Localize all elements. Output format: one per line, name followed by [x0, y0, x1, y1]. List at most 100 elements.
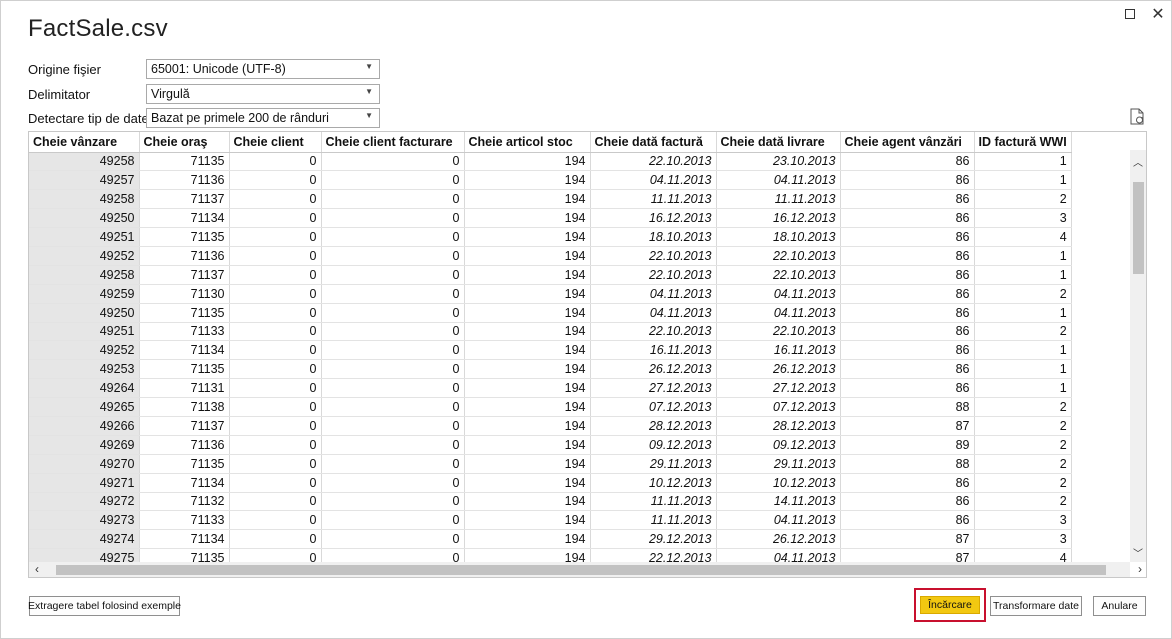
- table-cell: 2: [974, 454, 1072, 474]
- table-cell: 71134: [139, 208, 230, 229]
- table-cell: 0: [321, 340, 465, 361]
- horizontal-scrollbar[interactable]: ‹ ›: [29, 562, 1142, 577]
- table-cell: 14.11.2013: [716, 492, 841, 512]
- chevron-down-icon: ▼: [365, 111, 373, 120]
- refresh-preview-icon[interactable]: [1130, 108, 1145, 125]
- table-cell: 0: [321, 529, 465, 550]
- table-cell: 1: [974, 246, 1072, 266]
- table-cell: 16.12.2013: [590, 208, 717, 229]
- table-cell: 0: [321, 227, 465, 247]
- table-cell: 0: [321, 265, 465, 285]
- scroll-right-icon[interactable]: ›: [1138, 562, 1142, 576]
- column-header[interactable]: Cheie agent vânzări: [840, 132, 975, 153]
- table-cell: 71134: [139, 340, 230, 361]
- table-cell: 86: [840, 170, 975, 191]
- table-cell: 49274: [29, 529, 140, 550]
- column-header[interactable]: Cheie articol stoc: [464, 132, 591, 153]
- table-cell: 2: [974, 473, 1072, 493]
- table-cell: 23.10.2013: [716, 152, 841, 172]
- vertical-scroll-thumb[interactable]: [1133, 182, 1144, 274]
- table-cell: 49272: [29, 492, 140, 512]
- vertical-scrollbar[interactable]: ︿ ﹀: [1130, 150, 1146, 562]
- file-origin-select[interactable]: 65001: Unicode (UTF-8) ▼: [146, 59, 380, 79]
- table-cell: 0: [321, 152, 465, 172]
- table-cell: 11.11.2013: [590, 492, 717, 512]
- table-cell: 71134: [139, 473, 230, 493]
- table-cell: 86: [840, 189, 975, 210]
- table-cell: 22.10.2013: [590, 152, 717, 172]
- table-row: 49250 71135 0 0 194 04.11.2013 04.11.2013 86 1: [29, 303, 1072, 323]
- scroll-left-icon[interactable]: ‹: [35, 562, 39, 576]
- table-cell: 0: [229, 208, 322, 229]
- table-cell: 0: [229, 359, 322, 380]
- close-button[interactable]: ✕: [1147, 3, 1169, 25]
- table-cell: 194: [464, 510, 591, 531]
- table-cell: 71135: [139, 454, 230, 474]
- column-header[interactable]: ID factură WWI: [974, 132, 1072, 153]
- table-cell: 89: [840, 435, 975, 455]
- table-cell: 2: [974, 284, 1072, 304]
- table-cell: 04.11.2013: [590, 303, 717, 323]
- column-header[interactable]: Cheie dată livrare: [716, 132, 841, 153]
- table-cell: 10.12.2013: [716, 473, 841, 493]
- table-cell: 29.11.2013: [716, 454, 841, 474]
- extract-table-button[interactable]: Extragere tabel folosind exemple: [28, 596, 181, 616]
- table-cell: 49251: [29, 227, 140, 247]
- maximize-button[interactable]: [1119, 3, 1141, 25]
- scroll-down-icon[interactable]: ﹀: [1133, 545, 1143, 560]
- table-cell: 71135: [139, 152, 230, 172]
- table-cell: 1: [974, 170, 1072, 191]
- load-button-highlight: Încărcare: [914, 588, 986, 622]
- table-cell: 04.11.2013: [716, 510, 841, 531]
- table-cell: 3: [974, 510, 1072, 531]
- table-row: 49270 71135 0 0 194 29.11.2013 29.11.2013 88 2: [29, 454, 1072, 474]
- table-cell: 49250: [29, 303, 140, 323]
- column-header[interactable]: Cheie dată factură: [590, 132, 717, 153]
- table-cell: 0: [321, 189, 465, 210]
- scroll-up-icon[interactable]: ︿: [1133, 154, 1143, 169]
- table-row: 49266 71137 0 0 194 28.12.2013 28.12.2013 87 2: [29, 416, 1072, 436]
- table-cell: 0: [321, 435, 465, 455]
- table-cell: 27.12.2013: [716, 378, 841, 399]
- table-row: 49269 71136 0 0 194 09.12.2013 09.12.2013 89 2: [29, 435, 1072, 455]
- table-cell: 194: [464, 378, 591, 399]
- table-cell: 49258: [29, 265, 140, 285]
- table-cell: 0: [229, 510, 322, 531]
- table-cell: 71136: [139, 435, 230, 455]
- table-row: 49264 71131 0 0 194 27.12.2013 27.12.2013 86 1: [29, 378, 1072, 399]
- table-cell: 0: [229, 189, 322, 210]
- table-cell: 0: [229, 227, 322, 247]
- cancel-button[interactable]: Anulare: [1093, 596, 1146, 616]
- table-cell: 07.12.2013: [716, 397, 841, 417]
- table-cell: 194: [464, 284, 591, 304]
- import-dialog: FactSale.csv ✕ Origine fişier 65001: Uni…: [0, 0, 1172, 639]
- transform-data-button[interactable]: Transformare date: [990, 596, 1082, 616]
- table-row: 49258 71135 0 0 194 22.10.2013 23.10.2013 86 1: [29, 152, 1072, 172]
- table-cell: 71133: [139, 510, 230, 531]
- dialog-title: FactSale.csv: [28, 15, 168, 42]
- chevron-down-icon: ▼: [365, 62, 373, 71]
- column-header[interactable]: Cheie client facturare: [321, 132, 465, 153]
- table-cell: 194: [464, 397, 591, 417]
- table-cell: 26.12.2013: [716, 359, 841, 380]
- table-cell: 0: [229, 378, 322, 399]
- table-cell: 71134: [139, 529, 230, 550]
- table-cell: 0: [229, 340, 322, 361]
- table-cell: 04.11.2013: [716, 303, 841, 323]
- table-cell: 22.10.2013: [590, 265, 717, 285]
- table-cell: 71137: [139, 189, 230, 210]
- table-cell: 0: [321, 454, 465, 474]
- table-cell: 49264: [29, 378, 140, 399]
- horizontal-scroll-thumb[interactable]: [56, 565, 1106, 575]
- table-header-row: Cheie vânzare Cheie oraş Cheie client Cheie…: [29, 132, 1072, 153]
- column-header[interactable]: Cheie oraş: [139, 132, 230, 153]
- table-cell: 16.11.2013: [716, 340, 841, 361]
- load-button[interactable]: Încărcare: [920, 596, 980, 614]
- table-cell: 18.10.2013: [716, 227, 841, 247]
- delimiter-select[interactable]: Virgulă ▼: [146, 84, 380, 104]
- table-cell: 0: [321, 303, 465, 323]
- column-header[interactable]: Cheie vânzare: [29, 132, 140, 153]
- table-row: 49272 71132 0 0 194 11.11.2013 14.11.2013 86 2: [29, 492, 1072, 512]
- column-header[interactable]: Cheie client: [229, 132, 322, 153]
- type-detection-select[interactable]: Bazat pe primele 200 de rânduri ▼: [146, 108, 380, 128]
